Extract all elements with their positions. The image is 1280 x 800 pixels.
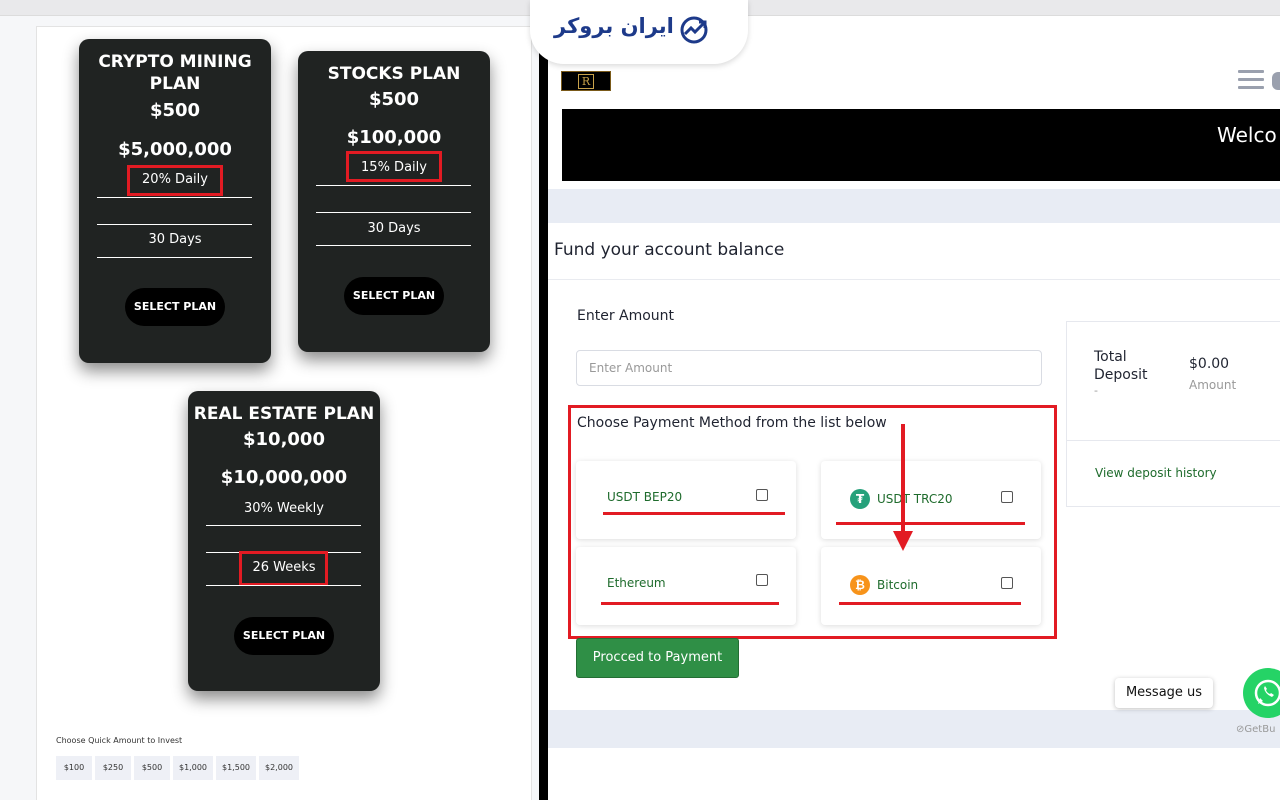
plan-max-amount: $5,000,000 xyxy=(118,139,232,160)
quick-amount-chip[interactable]: $250 xyxy=(95,756,131,780)
plans-panel: CRYPTO MINING PLAN $500 $5,000,000 20% D… xyxy=(0,0,540,800)
highlight-box xyxy=(127,165,223,196)
getbutton-credit: ⊘GetBu xyxy=(1236,724,1275,735)
plan-card-crypto-mining: CRYPTO MINING PLAN $500 $5,000,000 20% D… xyxy=(79,39,271,363)
welcome-text: Welco xyxy=(1217,123,1277,147)
amount-caption: Amount xyxy=(1189,378,1237,392)
total-label-line1: Total xyxy=(1094,349,1127,365)
plan-name-line1: CRYPTO MINING xyxy=(98,52,252,72)
quick-amount-chip[interactable]: $1,000 xyxy=(173,756,213,780)
divider xyxy=(316,212,471,213)
total-deposit-amount: $0.00 xyxy=(1189,356,1230,372)
brand-watermark: ایران بروکر xyxy=(530,0,748,64)
divider xyxy=(1067,440,1280,441)
amount-label: Enter Amount xyxy=(577,308,675,324)
divider xyxy=(316,185,471,186)
plan-card-real-estate: REAL ESTATE PLAN $10,000 $10,000,000 30%… xyxy=(188,391,380,691)
brand-name: ایران بروکر xyxy=(554,14,674,38)
deposit-panel: R Welco Fund your account balance Enter … xyxy=(548,52,1280,800)
total-deposit-dash: - xyxy=(1094,384,1098,397)
annotation-box xyxy=(568,405,1057,639)
plan-roi: 30% Weekly xyxy=(244,501,324,516)
message-us-button[interactable]: Message us xyxy=(1115,678,1213,708)
arrow-down-icon xyxy=(893,531,913,551)
plan-max-amount: $10,000,000 xyxy=(220,467,348,488)
highlight-box xyxy=(239,551,328,586)
quick-amount-chip[interactable]: $500 xyxy=(134,756,170,780)
user-icon[interactable] xyxy=(1272,72,1280,90)
plan-min-amount: $500 xyxy=(149,100,201,121)
page-band xyxy=(548,189,1280,223)
top-band xyxy=(0,0,540,16)
divider xyxy=(97,197,252,198)
quick-amount-chip[interactable]: $100 xyxy=(56,756,92,780)
menu-icon[interactable] xyxy=(1238,70,1264,92)
plan-name: CRYPTO MINING PLAN xyxy=(79,51,271,95)
select-plan-button[interactable]: SELECT PLAN xyxy=(125,288,225,326)
select-plan-button[interactable]: SELECT PLAN xyxy=(234,617,334,655)
whatsapp-icon[interactable] xyxy=(1243,668,1280,718)
fund-section: Fund your account balance Enter Amount C… xyxy=(548,223,1280,708)
divider xyxy=(316,245,471,246)
quick-amount-chip[interactable]: $2,000 xyxy=(259,756,299,780)
plan-card-stocks: STOCKS PLAN $500 $100,000 15% Daily 30 D… xyxy=(298,51,490,352)
plan-duration: 30 Days xyxy=(367,221,421,236)
divider xyxy=(206,585,361,586)
divider xyxy=(97,257,252,258)
welcome-banner: Welco xyxy=(562,109,1280,181)
getbutton-text: GetBu xyxy=(1244,724,1276,735)
divider xyxy=(206,525,361,526)
deposit-summary-card: Total Deposit - $0.00 Amount View deposi… xyxy=(1066,321,1280,507)
quick-amount-label: Choose Quick Amount to Invest xyxy=(56,736,183,745)
plan-duration: 30 Days xyxy=(148,232,202,247)
highlight-box xyxy=(346,151,442,182)
chart-logo-icon xyxy=(680,16,708,44)
total-deposit-label: Total Deposit xyxy=(1094,348,1148,384)
top-band xyxy=(748,0,1280,16)
page-band xyxy=(548,710,1280,748)
divider xyxy=(97,224,252,225)
annotation-arrow xyxy=(901,424,905,534)
page-title: Fund your account balance xyxy=(554,240,785,260)
total-label-line2: Deposit xyxy=(1094,367,1148,383)
divider xyxy=(548,279,1280,280)
plan-min-amount: $10,000 xyxy=(243,429,325,450)
screenshot-root: CRYPTO MINING PLAN $500 $5,000,000 20% D… xyxy=(0,0,1280,800)
quick-amount-row: $100 $250 $500 $1,000 $1,500 $2,000 xyxy=(56,756,299,780)
logo-letter: R xyxy=(577,73,595,89)
proceed-payment-button[interactable]: Procced to Payment xyxy=(576,638,739,678)
panel-divider xyxy=(539,52,548,800)
amount-input[interactable] xyxy=(576,350,1042,386)
plan-name-line2: PLAN xyxy=(149,74,201,94)
plan-min-amount: $500 xyxy=(368,89,420,110)
plan-name: REAL ESTATE PLAN xyxy=(193,404,375,424)
plan-name: STOCKS PLAN xyxy=(327,64,461,84)
deposit-history-link[interactable]: View deposit history xyxy=(1095,466,1217,480)
site-logo[interactable]: R xyxy=(561,71,611,91)
plan-max-amount: $100,000 xyxy=(346,127,442,148)
quick-amount-chip[interactable]: $1,500 xyxy=(216,756,256,780)
select-plan-button[interactable]: SELECT PLAN xyxy=(344,277,444,315)
